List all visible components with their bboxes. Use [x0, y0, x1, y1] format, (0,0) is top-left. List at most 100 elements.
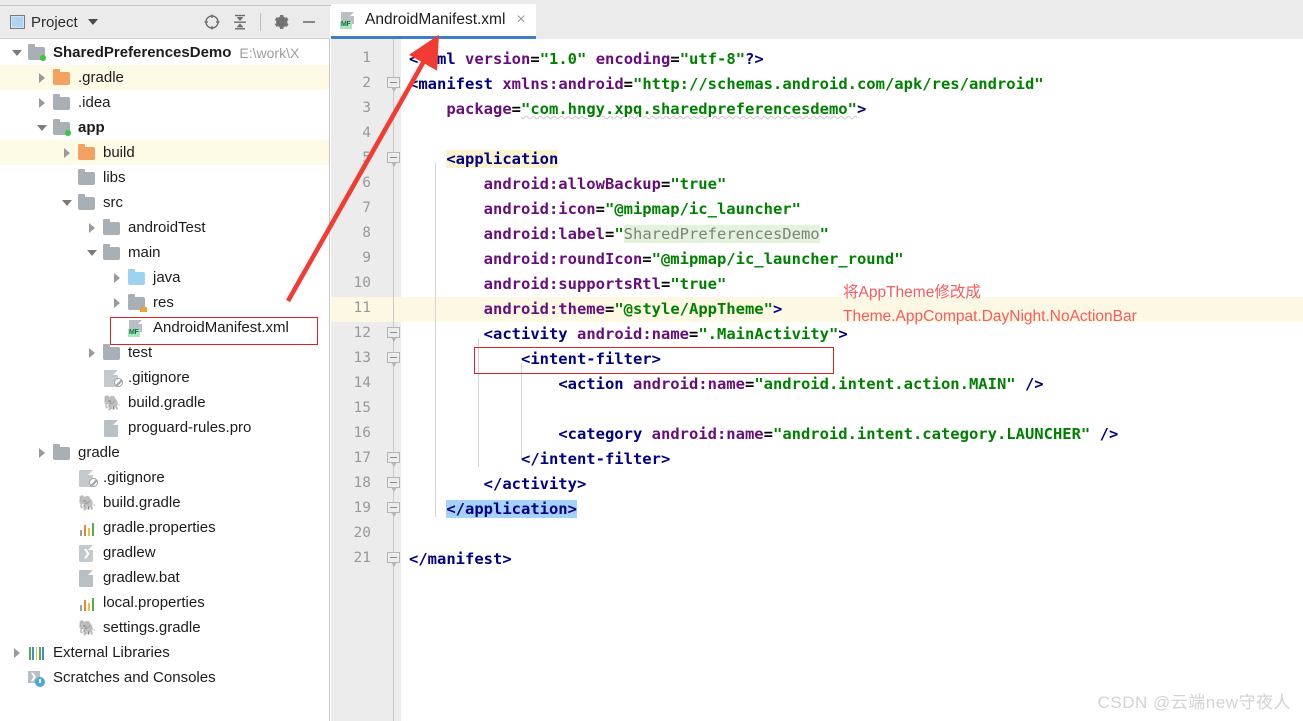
code-line-6: android:allowBackup="true": [483, 175, 727, 193]
tree-expand-slot[interactable]: [31, 72, 53, 83]
tree-item-label: SharedPreferencesDemo: [53, 44, 232, 61]
tree-item-label: proguard-rules.pro: [128, 419, 252, 436]
tree-row-gitignore[interactable]: .gitignore: [0, 465, 329, 490]
tree-row-gradlew-bat[interactable]: gradlew.bat: [0, 565, 329, 590]
fold-toggle-icon[interactable]: [387, 502, 400, 517]
line-number: 2: [362, 75, 371, 91]
expand-arrow-open[interactable]: [12, 49, 22, 56]
project-window-icon: [10, 15, 25, 29]
tree-row-gradle-properties[interactable]: gradle.properties: [0, 515, 329, 540]
tree-row-local-properties[interactable]: local.properties: [0, 590, 329, 615]
editor-gutter[interactable]: 1 2 3 4 5 6 7 8 9 10 11 12 13 14 15 16 17 18 19 20 21: [331, 39, 401, 721]
tree-item-label: .gradle: [78, 69, 124, 86]
tree-expand-slot[interactable]: [31, 97, 53, 108]
gradle-file-icon: 🐘: [103, 394, 122, 412]
properties-file-icon: [78, 520, 96, 536]
tree-row-build-gradle[interactable]: 🐘 build.gradle: [0, 390, 329, 415]
tree-row-androidmanifest-xml[interactable]: MF AndroidManifest.xml: [0, 315, 329, 340]
tree-row-sharedpreferencesdemo[interactable]: SharedPreferencesDemo E:\work\X: [0, 40, 329, 65]
tree-expand-slot[interactable]: [106, 272, 128, 283]
tree-expand-slot[interactable]: [81, 222, 103, 233]
tree-expand-slot[interactable]: [31, 124, 53, 131]
line-number: 19: [353, 500, 371, 516]
expand-arrow-closed[interactable]: [39, 447, 45, 458]
tree-item-label: test: [128, 344, 153, 361]
expand-arrow-closed[interactable]: [39, 97, 45, 108]
tree-row-java[interactable]: java: [0, 265, 329, 290]
expand-arrow-closed[interactable]: [64, 147, 70, 158]
tree-expand-slot[interactable]: [6, 49, 28, 56]
expand-arrow-closed[interactable]: [114, 272, 120, 283]
expand-arrow-closed[interactable]: [114, 297, 120, 308]
tree-row-gitignore[interactable]: .gitignore: [0, 365, 329, 390]
tree-expand-slot[interactable]: [56, 147, 78, 158]
tree-item-label: res: [153, 294, 174, 311]
tree-row-scratches-and-consoles[interactable]: ❯ Scratches and Consoles: [0, 665, 329, 690]
expand-arrow-open[interactable]: [62, 199, 72, 206]
close-icon[interactable]: ×: [516, 12, 525, 28]
fold-toggle-icon[interactable]: [387, 152, 400, 167]
line-number: 5: [362, 150, 371, 166]
tree-row-gradlew[interactable]: ❯ gradlew: [0, 540, 329, 565]
folder-orange-icon: [53, 68, 71, 86]
tree-item-label: main: [128, 244, 161, 261]
line-number: 7: [362, 200, 371, 216]
tree-row-libs[interactable]: libs: [0, 165, 329, 190]
expand-arrow-closed[interactable]: [89, 347, 95, 358]
text-file-icon: [78, 569, 96, 587]
tree-expand-slot[interactable]: [81, 249, 103, 256]
code-content[interactable]: <?xml version="1.0" encoding="utf-8"?> <m…: [401, 39, 1303, 721]
collapse-all-icon[interactable]: [227, 9, 253, 35]
properties-file-icon: [78, 595, 96, 611]
fold-toggle-icon[interactable]: [387, 477, 400, 492]
tree-row-main[interactable]: main: [0, 240, 329, 265]
tree-expand-slot[interactable]: [56, 199, 78, 206]
expand-arrow-closed[interactable]: [14, 647, 20, 658]
tree-row-src[interactable]: src: [0, 190, 329, 215]
tree-row-app[interactable]: app: [0, 115, 329, 140]
locate-target-icon[interactable]: [199, 9, 225, 35]
tree-expand-slot[interactable]: [31, 447, 53, 458]
project-panel-title: Project: [31, 13, 78, 31]
tree-item-label: gradlew: [103, 544, 156, 561]
fold-toggle-icon[interactable]: [387, 352, 400, 367]
tree-row-proguard-rules-pro[interactable]: proguard-rules.pro: [0, 415, 329, 440]
fold-toggle-icon[interactable]: [387, 452, 400, 467]
project-tree[interactable]: SharedPreferencesDemo E:\work\X .gradle .id…: [0, 40, 329, 721]
tree-row-external-libraries[interactable]: External Libraries: [0, 640, 329, 665]
tree-expand-slot[interactable]: [6, 647, 28, 658]
tree-row-idea[interactable]: .idea: [0, 90, 329, 115]
line-number: 10: [353, 275, 371, 291]
tree-row-build-gradle[interactable]: 🐘 build.gradle: [0, 490, 329, 515]
tree-row-gradle[interactable]: .gradle: [0, 65, 329, 90]
expand-arrow-closed[interactable]: [39, 72, 45, 83]
tree-item-label: settings.gradle: [103, 619, 201, 636]
tree-row-build[interactable]: build: [0, 140, 329, 165]
tree-row-gradle[interactable]: gradle: [0, 440, 329, 465]
project-title-group[interactable]: Project: [0, 14, 98, 31]
tree-item-label: gradle: [78, 444, 120, 461]
fold-toggle-icon[interactable]: [387, 327, 400, 342]
tree-expand-slot[interactable]: [81, 347, 103, 358]
expand-arrow-open[interactable]: [87, 249, 97, 256]
tree-item-label: AndroidManifest.xml: [153, 319, 289, 336]
chevron-down-icon[interactable]: [87, 19, 98, 25]
tree-row-res[interactable]: res: [0, 290, 329, 315]
folder-icon: [53, 443, 71, 461]
text-file-icon: [103, 419, 121, 437]
tree-row-test[interactable]: test: [0, 340, 329, 365]
code-line-17: </intent-filter>: [520, 450, 671, 468]
fold-toggle-icon[interactable]: [387, 552, 400, 567]
line-number: 4: [362, 125, 371, 141]
expand-arrow-open[interactable]: [37, 124, 47, 131]
minimize-icon[interactable]: [296, 9, 322, 35]
tree-item-label: app: [78, 119, 105, 136]
tree-expand-slot[interactable]: [106, 297, 128, 308]
gear-icon[interactable]: [268, 9, 294, 35]
tab-androidmanifest-xml[interactable]: MF AndroidManifest.xml ×: [331, 4, 536, 39]
tree-row-settings-gradle[interactable]: 🐘 settings.gradle: [0, 615, 329, 640]
tree-row-androidtest[interactable]: androidTest: [0, 215, 329, 240]
script-file-icon: ❯: [78, 544, 96, 562]
fold-toggle-icon[interactable]: [387, 77, 400, 92]
expand-arrow-closed[interactable]: [89, 222, 95, 233]
